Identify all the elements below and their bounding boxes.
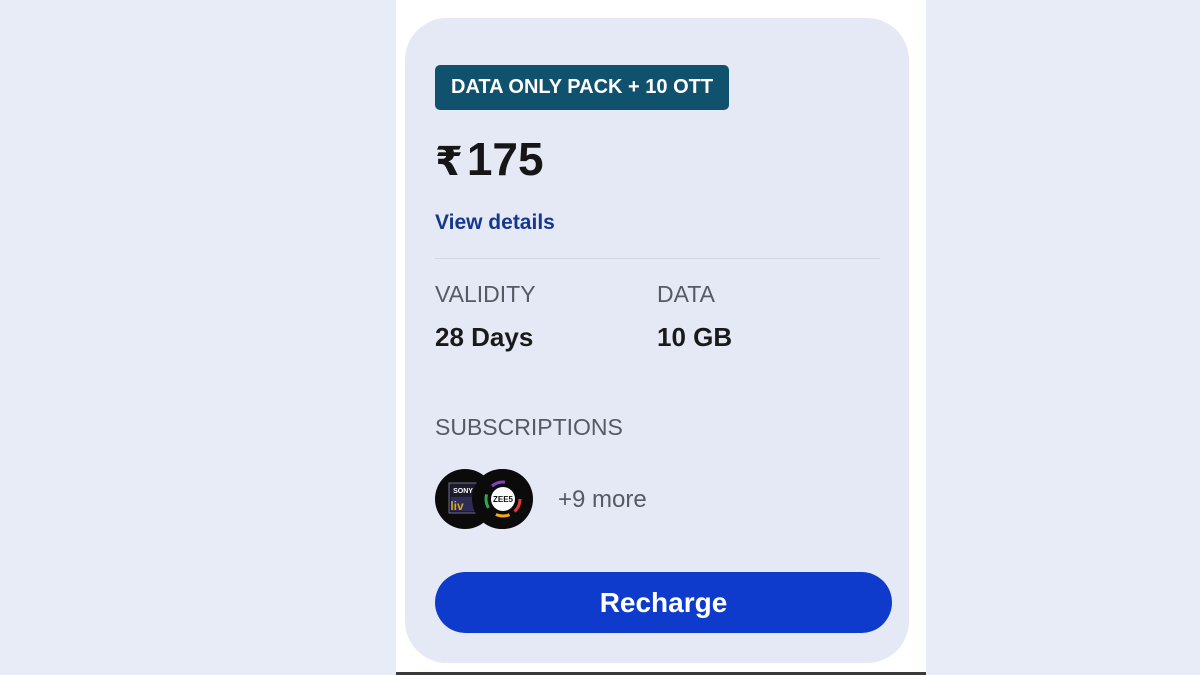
plan-card: DATA ONLY PACK + 10 OTT ₹175 View detail… [405, 18, 909, 663]
plan-type-badge: DATA ONLY PACK + 10 OTT [435, 65, 730, 110]
zee5-logo-icon: ZEE5 [473, 469, 533, 529]
currency-symbol: ₹ [435, 139, 463, 185]
divider [435, 258, 880, 259]
more-subscriptions-count[interactable]: +9 more [558, 486, 647, 514]
price-amount: 175 [466, 133, 544, 185]
subscriptions-heading: SUBSCRIPTIONS [435, 414, 623, 440]
data-label: DATA [657, 281, 715, 307]
view-details-link[interactable]: View details [435, 210, 555, 236]
zee5-logo-text: ZEE5 [493, 495, 514, 504]
sony-logo-text-top: SONY [453, 488, 473, 495]
validity-label: VALIDITY [435, 281, 536, 307]
recharge-button[interactable]: Recharge [435, 572, 892, 633]
plan-price: ₹175 [435, 131, 544, 190]
validity-value: 28 Days [435, 322, 534, 352]
data-value: 10 GB [657, 322, 733, 352]
sony-logo-text-bottom: liv [450, 499, 464, 513]
